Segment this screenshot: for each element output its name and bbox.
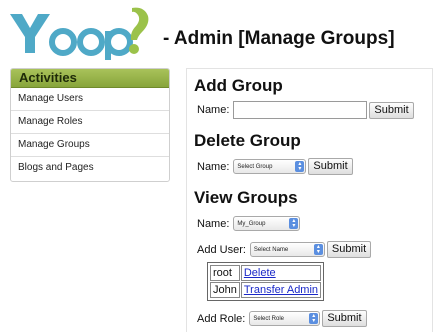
member-action-cell: Transfer Admin <box>240 282 322 298</box>
group-members-table: root Delete John Transfer Admin <box>207 262 325 301</box>
add-group-submit-button[interactable]: Submit <box>369 101 414 119</box>
table-row: John Transfer Admin <box>210 282 322 298</box>
sidebar-item-manage-groups[interactable]: Manage Groups <box>11 134 169 157</box>
add-role-row: Add Role: Select Role ▴ ▾ Submit <box>197 310 367 327</box>
role-select-value: Select Role <box>253 315 284 322</box>
member-name: root <box>210 265 240 281</box>
delete-group-select-value: Select Group <box>237 163 273 170</box>
add-user-submit-button[interactable]: Submit <box>326 241 372 258</box>
table-row: root Delete <box>210 265 322 281</box>
add-group-name-label: Name: <box>197 104 230 116</box>
updown-chevron-icon: ▴ ▾ <box>289 218 299 229</box>
delete-group-row: Name: Select Group ▴ ▾ Submit <box>197 158 353 175</box>
add-role-label: Add Role: <box>197 312 246 325</box>
delete-group-submit-button[interactable]: Submit <box>308 158 353 175</box>
sidebar-item-blogs-and-pages[interactable]: Blogs and Pages <box>11 157 169 179</box>
view-groups-name-label: Name: <box>197 217 230 230</box>
yoop-logo-graphic <box>10 7 149 60</box>
delete-group-heading: Delete Group <box>194 131 301 150</box>
updown-chevron-icon: ▴ ▾ <box>309 313 319 324</box>
yoop-logo[interactable] <box>6 4 161 62</box>
member-action-cell: Delete <box>240 265 322 281</box>
add-user-label: Add User: <box>197 243 246 256</box>
sidebar-item-manage-roles[interactable]: Manage Roles <box>11 111 169 134</box>
sidebar-title: Activities <box>11 69 169 88</box>
add-group-name-input[interactable] <box>233 101 368 119</box>
add-group-row: Name: Submit <box>197 101 414 119</box>
user-select-value: Select Name <box>253 246 289 253</box>
add-group-heading: Add Group <box>194 76 283 95</box>
page-title: - Admin [Manage Groups] <box>163 28 395 49</box>
add-user-row: Add User: Select Name ▴ ▾ Submit <box>197 241 372 258</box>
main-panel: Add Group Name: Submit Delete Group Name… <box>186 68 433 332</box>
delete-group-select[interactable]: Select Group ▴ ▾ <box>233 159 307 174</box>
delete-member-link[interactable]: Delete <box>244 267 276 279</box>
delete-group-name-label: Name: <box>197 160 230 173</box>
add-role-submit-button[interactable]: Submit <box>322 310 367 327</box>
transfer-admin-link[interactable]: Transfer Admin <box>244 284 318 296</box>
view-groups-name-row: Name: My_Group ▴ ▾ <box>197 216 301 231</box>
member-name: John <box>210 282 240 298</box>
user-select[interactable]: Select Name ▴ ▾ <box>249 242 325 257</box>
activities-sidebar: Activities Manage Users Manage Roles Man… <box>10 68 170 182</box>
group-select-value: My_Group <box>237 220 266 227</box>
group-select[interactable]: My_Group ▴ ▾ <box>233 216 301 231</box>
view-groups-heading: View Groups <box>194 188 298 207</box>
role-select[interactable]: Select Role ▴ ▾ <box>249 311 321 326</box>
updown-chevron-icon: ▴ ▾ <box>313 244 323 255</box>
sidebar-item-manage-users[interactable]: Manage Users <box>11 88 169 111</box>
updown-chevron-icon: ▴ ▾ <box>295 161 305 172</box>
